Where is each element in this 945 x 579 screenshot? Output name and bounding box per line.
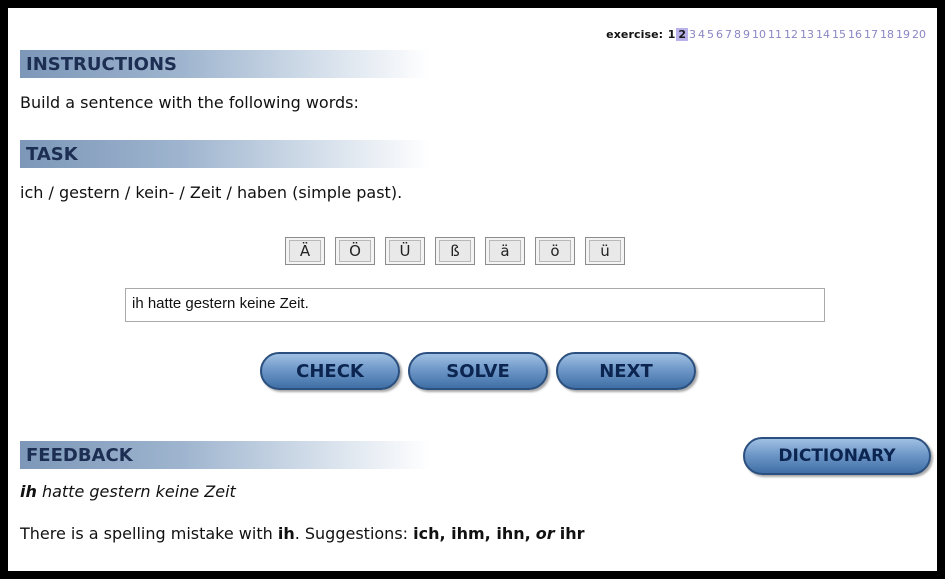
solve-button[interactable]: SOLVE: [408, 352, 548, 390]
or-word: or: [535, 524, 555, 543]
exercise-link-2[interactable]: 2: [676, 28, 688, 41]
exercise-link-10[interactable]: 10: [751, 28, 767, 41]
exercise-link-3[interactable]: 3: [688, 28, 697, 41]
char-button-O-umlaut[interactable]: Ö: [335, 237, 375, 265]
exercise-link-11[interactable]: 11: [767, 28, 783, 41]
special-char-buttons: Ä Ö Ü ß ä ö ü: [285, 237, 625, 265]
exercise-link-1[interactable]: 1: [667, 28, 677, 41]
instructions-text: Build a sentence with the following word…: [20, 93, 359, 112]
exercise-link-12[interactable]: 12: [783, 28, 799, 41]
task-header: TASK: [20, 140, 430, 168]
exercise-label: exercise:: [606, 28, 664, 41]
exercise-page: exercise: 1 2 3 4 5 6 7 8 9 10 11 12 13 14 15 16 17 18 19 2…: [8, 8, 937, 571]
answer-input[interactable]: ih hatte gestern keine Zeit.: [125, 288, 825, 322]
exercise-nav: exercise: 1 2 3 4 5 6 7 8 9 10 11 12 13 14 15 16 17 18 19 2…: [606, 28, 927, 41]
exercise-link-17[interactable]: 17: [863, 28, 879, 41]
feedback-heading: FEEDBACK: [26, 445, 133, 466]
instructions-header: INSTRUCTIONS: [20, 50, 430, 78]
exercise-link-15[interactable]: 15: [831, 28, 847, 41]
exercise-link-14[interactable]: 14: [815, 28, 831, 41]
exercise-link-13[interactable]: 13: [799, 28, 815, 41]
char-button-o-umlaut[interactable]: ö: [535, 237, 575, 265]
exercise-link-20[interactable]: 20: [911, 28, 927, 41]
feedback-header: FEEDBACK: [20, 441, 430, 469]
task-heading: TASK: [26, 144, 78, 165]
exercise-link-9[interactable]: 9: [742, 28, 751, 41]
feedback-sentence-rest: hatte gestern keine Zeit: [36, 482, 236, 501]
last-suggestion: ihr: [559, 524, 585, 543]
check-button[interactable]: CHECK: [260, 352, 400, 390]
exercise-numbers: 1 2 3 4 5 6 7 8 9 10 11 12 13 14 15 16 17 18 19 20: [667, 28, 927, 41]
char-button-a-umlaut[interactable]: ä: [485, 237, 525, 265]
exercise-link-19[interactable]: 19: [895, 28, 911, 41]
suggestions: ich, ihm, ihn,: [413, 524, 531, 543]
char-button-U-umlaut[interactable]: Ü: [385, 237, 425, 265]
dictionary-button[interactable]: DICTIONARY: [743, 437, 931, 475]
error-word: ih: [20, 482, 37, 501]
message-mid: . Suggestions:: [294, 524, 414, 543]
char-button-eszett[interactable]: ß: [435, 237, 475, 265]
feedback-sentence: ih hatte gestern keine Zeit: [20, 482, 236, 501]
instructions-heading: INSTRUCTIONS: [26, 54, 177, 75]
exercise-link-16[interactable]: 16: [847, 28, 863, 41]
exercise-link-8[interactable]: 8: [733, 28, 742, 41]
message-word: ih: [277, 524, 295, 543]
message-prefix: There is a spelling mistake with: [20, 524, 278, 543]
char-button-u-umlaut[interactable]: ü: [585, 237, 625, 265]
next-button[interactable]: NEXT: [556, 352, 696, 390]
task-text: ich / gestern / kein- / Zeit / haben (si…: [20, 183, 403, 202]
char-button-A-umlaut[interactable]: Ä: [285, 237, 325, 265]
feedback-message: There is a spelling mistake with ih. Sug…: [20, 524, 585, 543]
exercise-link-6[interactable]: 6: [715, 28, 724, 41]
exercise-link-7[interactable]: 7: [724, 28, 733, 41]
exercise-link-4[interactable]: 4: [697, 28, 706, 41]
exercise-link-5[interactable]: 5: [706, 28, 715, 41]
exercise-link-18[interactable]: 18: [879, 28, 895, 41]
